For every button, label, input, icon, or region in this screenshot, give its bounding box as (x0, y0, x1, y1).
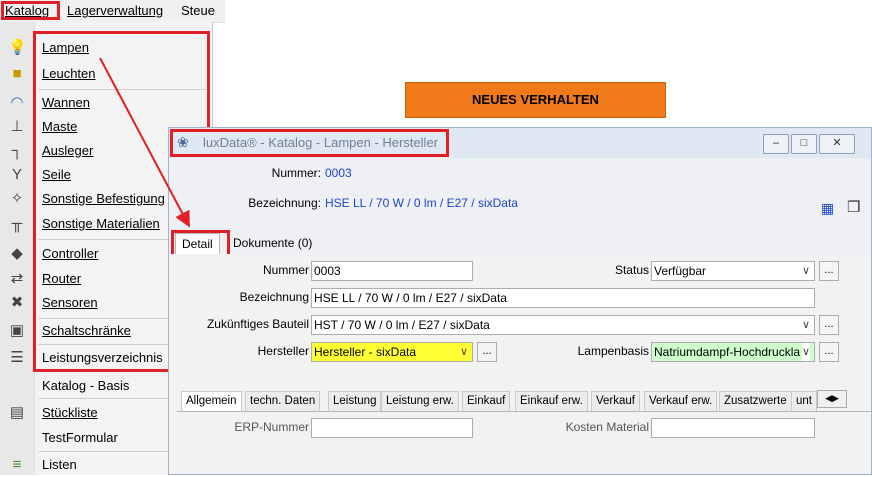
cabinet-icon: ▣ (9, 322, 25, 339)
erp-nummer-label: ERP-Nummer (234, 420, 309, 434)
lampenbasis-select[interactable]: Natriumdampf-Hochdruckla ∨ (651, 342, 815, 362)
detail-form: Nummer 0003 Status Verfügbar ∨ ... Bezei… (169, 254, 871, 474)
lists-icon: ≡ (12, 456, 22, 473)
kosten-material-field[interactable] (651, 418, 815, 438)
header-bezeichnung-value: HSE LL / 70 W / 0 lm / E27 / sixData (325, 196, 518, 210)
tub-icon: ◠ (10, 94, 24, 111)
material-icon: ╥ (11, 215, 23, 232)
bezeichnung-field[interactable]: HSE LL / 70 W / 0 lm / E27 / sixData (311, 288, 815, 308)
table-view-icon[interactable]: ▦ (821, 200, 834, 217)
bauteil-more-button[interactable]: ... (819, 315, 839, 335)
catalog-window: ❀ luxData® - Katalog - Lampen - Herstell… (168, 127, 872, 475)
header-nummer-value: 0003 (325, 166, 352, 180)
router-icon: ⇄ (10, 270, 24, 287)
bauteil-select[interactable]: HST / 70 W / 0 lm / E27 / sixData ∨ (311, 315, 815, 335)
katalog-highlight-box (1, 1, 60, 20)
tab-techn-daten[interactable]: techn. Daten (245, 391, 321, 411)
tab-zusatzwerte[interactable]: Zusatzwerte (719, 391, 792, 411)
menu-lagerverwaltung[interactable]: Lagerverwaltung (67, 3, 163, 18)
rope-icon: Y (11, 166, 22, 183)
chevron-down-icon: ∨ (801, 343, 810, 361)
mount-icon: ✧ (10, 190, 24, 207)
tab-scroll-arrows-icon[interactable]: ◀▶ (817, 390, 847, 408)
tab-verkauf-erw[interactable]: Verkauf erw. (644, 391, 718, 411)
lower-tabs: Allgemein techn. Daten Leistung Leistung… (177, 389, 871, 412)
record-header: Nummer: 0003 Bezeichnung: HSE LL / 70 W … (169, 158, 871, 230)
lampenbasis-label: Lampenbasis (577, 344, 649, 358)
parts-icon: ▤ (9, 404, 25, 421)
hersteller-more-button[interactable]: ... (477, 342, 497, 362)
bezeichnung-label: Bezeichnung (239, 290, 309, 304)
status-select[interactable]: Verfügbar ∨ (651, 261, 815, 281)
list-icon: ☰ (10, 349, 24, 366)
chevron-down-icon: ∨ (801, 319, 810, 331)
close-button[interactable]: ✕ (819, 134, 855, 154)
new-behavior-banner: NEUES VERHALTEN (405, 82, 666, 118)
tab-einkauf-erw[interactable]: Einkauf erw. (515, 391, 588, 411)
chevron-down-icon: ∨ (459, 346, 468, 358)
tab-leistung-erw[interactable]: Leistung erw. (381, 391, 459, 411)
status-label: Status (614, 263, 649, 277)
minimize-button[interactable]: – (763, 134, 789, 154)
tab-einkauf[interactable]: Einkauf (462, 391, 511, 411)
maximize-button[interactable]: □ (791, 134, 817, 154)
controller-icon: ◆ (11, 245, 23, 262)
tab-verkauf[interactable]: Verkauf (591, 391, 640, 411)
kosten-material-label: Kosten Material (565, 420, 649, 434)
tab-unt[interactable]: unt (791, 391, 817, 411)
sensor-icon: ✖ (10, 294, 24, 311)
header-nummer-label: Nummer: (271, 166, 321, 180)
menu-steuer[interactable]: Steue (181, 3, 215, 18)
lampenbasis-more-button[interactable]: ... (819, 342, 839, 362)
tab-dokumente[interactable]: Dokumente (0) (227, 233, 318, 254)
erp-nummer-field[interactable] (311, 418, 473, 438)
hersteller-label: Hersteller (257, 344, 309, 358)
header-bezeichnung-label: Bezeichnung: (248, 196, 321, 210)
chevron-down-icon: ∨ (801, 265, 810, 277)
lamp-icon: 💡 (8, 39, 27, 56)
open-folder-icon[interactable]: ❐ (847, 198, 860, 216)
title-highlight-box (170, 129, 449, 157)
boom-icon: ┐ (11, 142, 23, 159)
mast-icon: ⊥ (10, 118, 24, 135)
bauteil-label: Zukünftiges Bauteil (206, 317, 309, 331)
tab-leistung[interactable]: Leistung (328, 391, 382, 411)
detail-tabs: Detail Dokumente (0) (169, 230, 871, 255)
hersteller-select[interactable]: Hersteller - sixData ∨ (311, 342, 473, 362)
luminaire-icon: ■ (12, 65, 22, 82)
tab-allgemein[interactable]: Allgemein (181, 391, 242, 411)
status-more-button[interactable]: ... (819, 261, 839, 281)
nummer-label: Nummer (262, 263, 309, 277)
nummer-field[interactable]: 0003 (311, 261, 473, 281)
